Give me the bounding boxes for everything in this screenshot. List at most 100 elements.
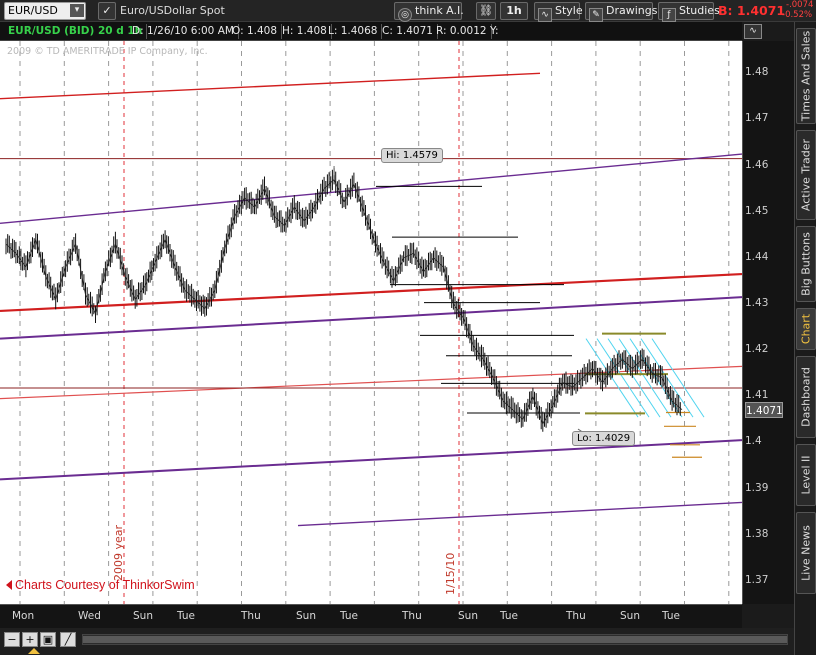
time-tick-5: Sun — [296, 610, 316, 622]
think-ai-icon: ◎ — [398, 8, 412, 22]
time-tick-4: Thu — [241, 610, 261, 622]
open-readout: O: 1.408 — [232, 24, 283, 39]
price-bars — [5, 168, 681, 432]
price-axis[interactable]: 1.4071 1.48 1.47 1.46 1.45 1.44 1.43 1.42 1.41 1… — [742, 41, 794, 604]
trendline-purple-bottom — [297, 501, 742, 527]
symbol-dropdown-icon[interactable]: ▾ — [70, 4, 84, 17]
price-tick-10: 1.38 — [745, 527, 769, 540]
time-tick-3: Tue — [177, 610, 195, 622]
side-tab-label: Dashboard — [799, 367, 813, 427]
side-tab-big-buttons[interactable]: Big Buttons — [796, 226, 816, 302]
zoom-out-button[interactable]: − — [4, 632, 20, 647]
courtesy-text: Charts Courtesy of ThinkorSwim — [6, 578, 195, 592]
price-tick-1: 1.47 — [745, 112, 769, 125]
symbol-description: Euro/USDollar Spot — [120, 4, 225, 17]
top-toolbar: EUR/USD ▾ ✓ Euro/USDollar Spot ◎ think A.… — [0, 0, 816, 22]
chart-canvas — [0, 41, 742, 604]
price-tick-6: 1.42 — [745, 343, 769, 356]
collapse-arrow-icon[interactable] — [28, 648, 40, 654]
trendline-purple-middle — [0, 296, 742, 340]
zoom-in-button[interactable]: + — [22, 632, 38, 647]
side-tab-active-trader[interactable]: Active Trader — [796, 130, 816, 220]
price-tick-9: 1.39 — [745, 481, 769, 494]
fib-line-1 — [596, 338, 650, 418]
change-value: -.0074 — [786, 0, 814, 10]
think-ai-button[interactable]: ◎ think A.I. — [394, 2, 464, 22]
bid-price: B: 1.4071 — [718, 3, 786, 18]
time-axis[interactable]: Mon Wed Sun Tue Thu Sun Tue Thu Sun Tue Thu Sun Tue — [0, 604, 742, 628]
check-icon: ✓ — [102, 4, 112, 17]
style-button[interactable]: ∿ Style — [534, 2, 583, 22]
side-tab-label: Big Buttons — [799, 232, 813, 296]
side-tab-live-news[interactable]: Live News — [796, 512, 816, 594]
quote-header: EUR/USD (BID) 20 d 1h D: 1/26/10 6:00 AM… — [0, 22, 742, 41]
fib-line-0 — [585, 338, 639, 418]
side-tab-label: Chart — [799, 313, 813, 345]
time-tick-8: Sun — [458, 610, 478, 622]
side-tabs: Times And Sales Active Trader Big Buttons C… — [794, 22, 816, 655]
chart-style-icon: ∿ — [538, 8, 552, 22]
symbol-value: EUR/USD — [8, 4, 58, 17]
link-button[interactable]: ⛓ — [476, 2, 496, 20]
price-tick-0: 1.48 — [745, 66, 769, 79]
studies-icon: ƒ — [662, 8, 676, 22]
current-price-marker: 1.4071 — [745, 401, 783, 418]
high-callout: Hi: 1.4579 — [381, 148, 443, 163]
drawings-label: Drawings — [606, 4, 658, 17]
date-marker-label: 1/15/10 — [444, 552, 457, 595]
studies-label: Studies — [679, 4, 720, 17]
horizontal-scrollbar[interactable] — [82, 634, 788, 645]
fib-line-3 — [618, 338, 672, 418]
time-tick-6: Tue — [340, 610, 358, 622]
low-callout: Lo: 1.4029 — [572, 431, 636, 446]
low-readout: L: 1.4068 — [328, 24, 383, 39]
price-tick-5: 1.43 — [745, 297, 769, 310]
link-checkbox[interactable]: ✓ — [98, 2, 116, 20]
price-chart[interactable]: 2009 © TD AMERITRADE IP Company, Inc. 20… — [0, 41, 742, 604]
time-tick-11: Sun — [620, 610, 640, 622]
draw-line-button[interactable]: ╱ — [60, 632, 76, 647]
side-tab-label: Level II — [799, 455, 813, 495]
trendline-purple-upper — [0, 153, 742, 224]
chart-controls: − + ▣ ╱ — [0, 628, 794, 655]
scrollbar-thumb[interactable] — [83, 636, 787, 643]
time-tick-12: Tue — [662, 610, 680, 622]
high-readout: H: 1.408 — [282, 24, 332, 39]
time-tick-0: Mon — [12, 610, 35, 622]
change-percent: -0.52% — [782, 10, 813, 20]
symbol-input[interactable]: EUR/USD ▾ — [4, 2, 86, 20]
side-tab-times-and-sales[interactable]: Times And Sales — [796, 28, 816, 124]
price-tick-2: 1.46 — [745, 158, 769, 171]
time-tick-9: Tue — [500, 610, 518, 622]
think-ai-label: think A.I. — [415, 4, 464, 17]
side-tab-label: Times And Sales — [799, 30, 813, 122]
drawing-pencil-icon: ✎ — [589, 8, 603, 22]
side-tab-label: Live News — [799, 525, 813, 581]
price-tick-4: 1.44 — [745, 250, 769, 263]
style-label: Style — [555, 4, 583, 17]
crosshair-button[interactable]: ▣ — [40, 632, 56, 647]
close-readout: C: 1.4071 — [382, 24, 438, 39]
fib-line-6 — [651, 338, 705, 418]
side-tab-label: Active Trader — [799, 138, 813, 212]
drawings-button[interactable]: ✎ Drawings — [585, 2, 657, 22]
time-tick-1: Wed — [78, 610, 101, 622]
side-tab-dashboard[interactable]: Dashboard — [796, 356, 816, 438]
studies-button[interactable]: ƒ Studies — [658, 2, 720, 22]
year-marker-label: 2009 year — [112, 524, 125, 581]
time-tick-2: Sun — [133, 610, 153, 622]
trendline-red-top — [0, 72, 541, 100]
price-tick-7: 1.41 — [745, 389, 769, 402]
series-label: EUR/USD (BID) 20 d 1h — [8, 24, 148, 39]
price-tick-11: 1.37 — [745, 573, 769, 586]
price-tick-8: 1.4 — [745, 435, 762, 448]
range-readout: R: 0.0012 — [436, 24, 492, 39]
chain-link-icon: ⛓ — [479, 4, 493, 17]
side-tab-level-ii[interactable]: Level II — [796, 444, 816, 506]
y-readout: Y: — [490, 25, 499, 37]
timeframe-button[interactable]: 1h — [500, 2, 528, 20]
price-tick-3: 1.45 — [745, 204, 769, 217]
chart-settings-icon[interactable]: ∿ — [744, 24, 762, 39]
left-arrow-icon — [6, 580, 12, 590]
side-tab-chart[interactable]: Chart — [796, 308, 816, 350]
